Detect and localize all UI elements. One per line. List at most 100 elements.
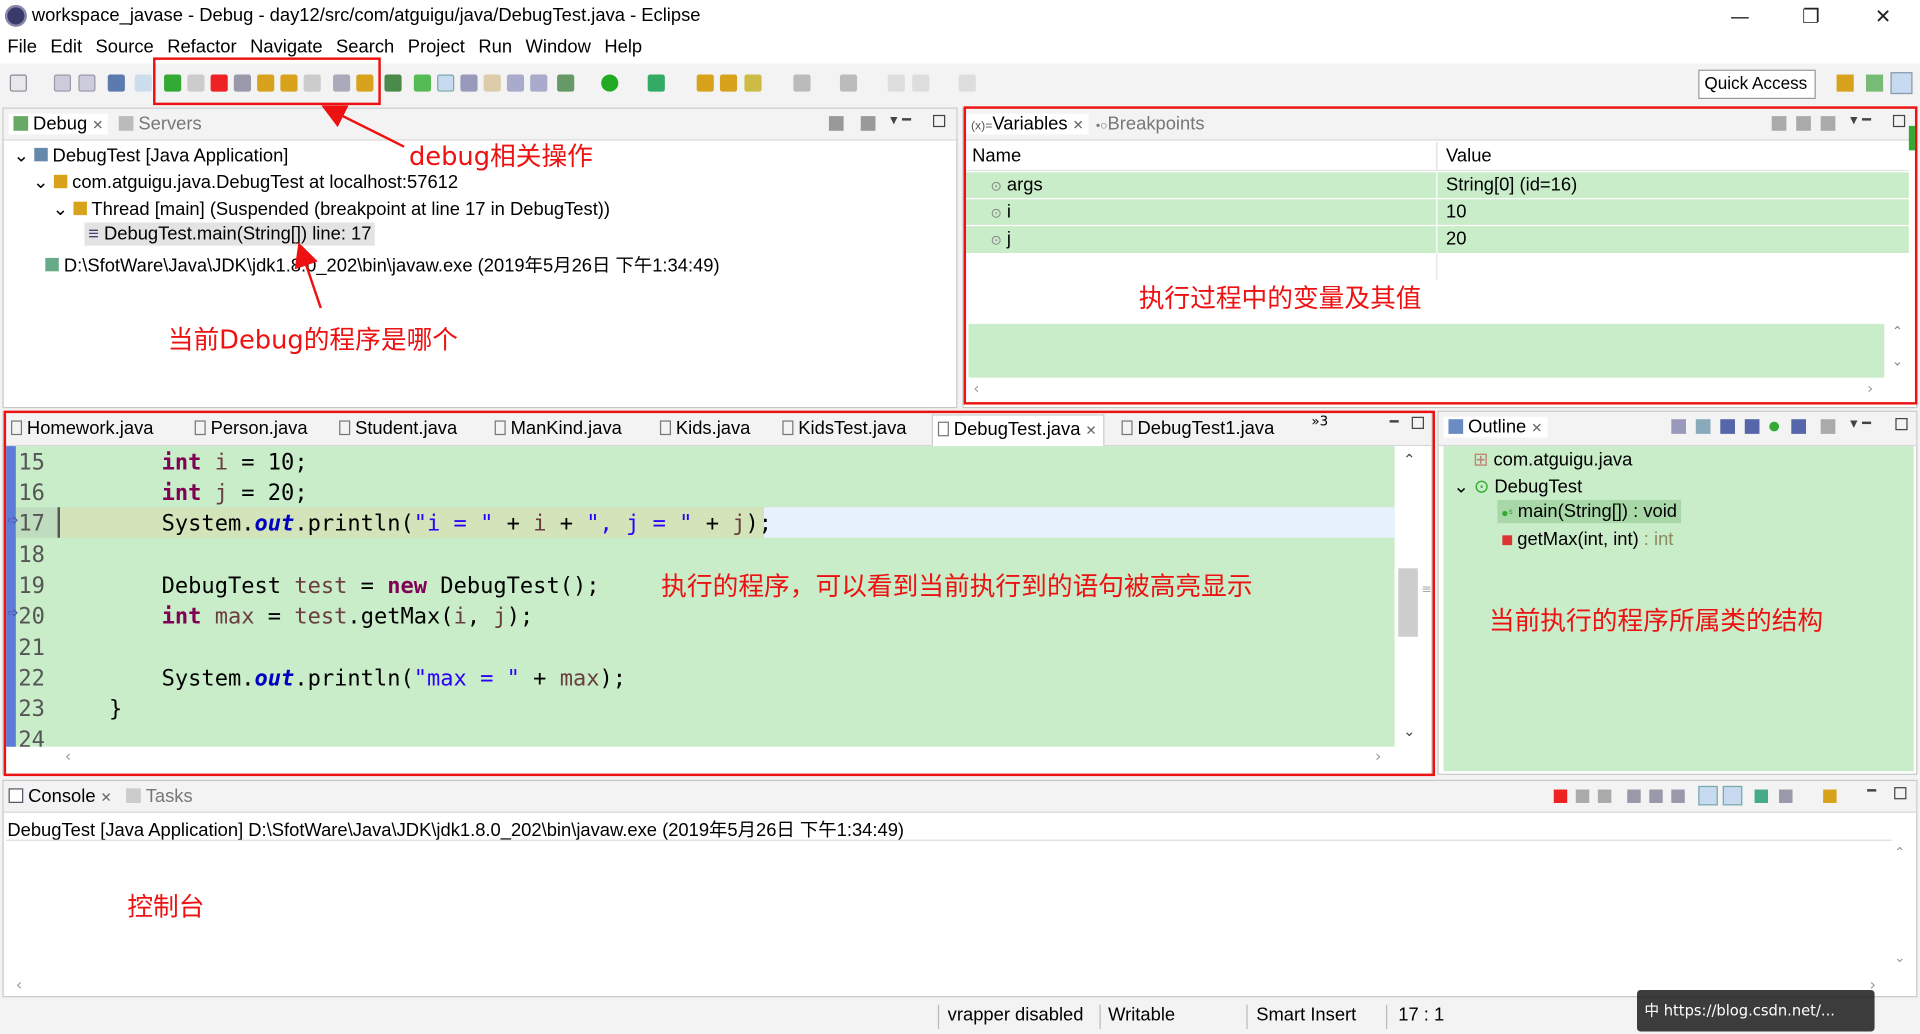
editor-tab-homework[interactable]: Homework.java <box>11 418 154 439</box>
hide-nonpublic-icon[interactable] <box>1769 421 1780 432</box>
resume-icon[interactable] <box>164 74 182 92</box>
debug-tree-item-frame[interactable]: ≡ DebugTest.main(String[]) line: 17 <box>84 222 376 246</box>
suspend-icon[interactable] <box>187 74 205 92</box>
menu-search[interactable]: Search <box>329 34 401 58</box>
scroll-down-icon[interactable]: ⌄ <box>1894 950 1905 966</box>
horizontal-scrollbar[interactable]: ‹ › <box>15 746 1422 772</box>
tab-tasks[interactable]: Tasks <box>126 786 193 807</box>
save-all-icon[interactable] <box>78 74 96 92</box>
last-edit-icon[interactable] <box>887 74 905 92</box>
scrollbar-thumb[interactable] <box>1398 568 1418 637</box>
editor-tab-kids[interactable]: Kids.java <box>659 418 750 439</box>
view-menu-icon[interactable]: ▾ ━ <box>1850 414 1871 431</box>
scroll-right-icon[interactable]: › <box>1867 380 1873 397</box>
pin-console-icon[interactable] <box>1754 789 1769 803</box>
minimize-view-icon[interactable]: ▾ ━ <box>890 111 911 128</box>
menu-navigate[interactable]: Navigate <box>243 34 329 58</box>
debug-tree-item-app[interactable]: ⌄ DebugTest [Java Application] <box>13 144 288 166</box>
menu-project[interactable]: Project <box>400 34 471 58</box>
close-icon[interactable]: ✕ <box>100 791 111 806</box>
forward-icon[interactable] <box>958 74 976 92</box>
maximize-view-icon[interactable] <box>1892 114 1906 128</box>
column-name[interactable]: Name <box>972 145 1021 166</box>
word-wrap-icon[interactable] <box>1671 789 1685 803</box>
variable-row-i[interactable]: ⊙ i <box>991 202 1011 223</box>
close-icon[interactable]: ✕ <box>1085 424 1096 439</box>
tab-breakpoints[interactable]: •○Breakpoints <box>1096 114 1205 135</box>
pin-icon[interactable] <box>460 74 478 92</box>
editor-tab-debugtest1[interactable]: DebugTest1.java <box>1121 418 1274 439</box>
use-step-filters-icon[interactable] <box>356 74 374 92</box>
open-console-icon[interactable] <box>1823 789 1837 803</box>
hide-fields-icon[interactable] <box>1720 419 1735 434</box>
open-perspective-icon[interactable] <box>1836 74 1854 92</box>
terminate-icon[interactable] <box>210 74 228 92</box>
outline-item-getmax[interactable]: getMax(int, int) : int <box>1502 529 1673 550</box>
scroll-up-icon[interactable]: ⌃ <box>1403 451 1415 468</box>
outline-item-main[interactable]: ●ˢ main(String[]) : void <box>1497 499 1681 524</box>
menu-help[interactable]: Help <box>597 34 648 58</box>
menu-refactor[interactable]: Refactor <box>160 34 243 58</box>
collapse-all-icon[interactable] <box>1820 116 1836 131</box>
tab-console[interactable]: Console ✕ <box>8 786 112 807</box>
editor-tab-student[interactable]: Student.java <box>339 418 457 439</box>
remove-launches-icon[interactable] <box>828 116 844 131</box>
restore-button[interactable]: ❐ <box>1783 2 1839 31</box>
tab-servers[interactable]: Servers <box>118 114 202 134</box>
open-task-icon[interactable] <box>744 74 762 92</box>
show-type-names-icon[interactable] <box>1771 116 1787 131</box>
link-editor-icon[interactable] <box>1820 419 1836 434</box>
editor-tab-person[interactable]: Person.java <box>194 418 308 439</box>
variable-row-args[interactable]: ⊙ args <box>991 175 1043 196</box>
drop-to-frame-icon[interactable] <box>333 74 351 92</box>
quick-access-field[interactable]: Quick Access <box>1698 69 1816 99</box>
scroll-lock-icon[interactable] <box>1649 789 1663 803</box>
menu-source[interactable]: Source <box>88 34 160 58</box>
maximize-view-icon[interactable] <box>932 114 946 128</box>
column-value[interactable]: Value <box>1446 145 1492 166</box>
view-menu-icon[interactable]: ▾ ━ <box>1850 111 1871 128</box>
editor-tab-kidstest[interactable]: KidsTest.java <box>782 418 907 439</box>
tab-debug[interactable]: Debug ✕ <box>8 113 109 135</box>
scroll-down-icon[interactable]: ⌄ <box>1892 353 1903 369</box>
new-icon[interactable] <box>9 74 27 92</box>
new-package-icon[interactable] <box>696 74 714 92</box>
java-perspective-icon[interactable] <box>1865 74 1884 92</box>
minimize-button[interactable]: — <box>1712 2 1768 31</box>
show-whitespace-icon[interactable] <box>530 74 548 92</box>
scroll-left-icon[interactable]: ‹ <box>973 380 979 397</box>
scroll-down-icon[interactable]: ⌄ <box>1403 722 1415 739</box>
tab-variables[interactable]: (x)=Variables ✕ <box>966 113 1089 135</box>
annotation-icon[interactable] <box>483 74 501 92</box>
menu-run[interactable]: Run <box>471 34 518 58</box>
tab-outline[interactable]: Outline ✕ <box>1443 416 1548 438</box>
clear-console-icon[interactable] <box>1627 789 1641 803</box>
debug-tree-item-process[interactable]: D:\SfotWare\Java\JDK\jdk1.8.0_202\bin\ja… <box>45 252 720 278</box>
close-icon[interactable]: ✕ <box>1531 422 1542 437</box>
scroll-up-icon[interactable]: ⌃ <box>1892 324 1903 340</box>
highlight-icon[interactable] <box>437 74 455 92</box>
menu-window[interactable]: Window <box>518 34 597 58</box>
vertical-scrollbar[interactable]: ⌃ ⌄ <box>1397 446 1422 747</box>
toggle-icon[interactable] <box>506 74 525 92</box>
back-icon[interactable] <box>912 74 930 92</box>
debug-icon[interactable] <box>557 74 575 92</box>
close-icon[interactable]: ✕ <box>1072 119 1083 134</box>
scroll-up-icon[interactable]: ⌃ <box>1894 845 1905 861</box>
hide-local-types-icon[interactable] <box>1791 419 1806 434</box>
scroll-left-icon[interactable]: ‹ <box>65 748 71 766</box>
menu-edit[interactable]: Edit <box>43 34 88 58</box>
skip-breakpoints-icon[interactable] <box>134 74 152 92</box>
debug-tree-item-vm[interactable]: ⌄ com.atguigu.java.DebugTest at localhos… <box>33 171 458 193</box>
close-icon[interactable]: ✕ <box>92 119 103 134</box>
prev-annotation-icon[interactable] <box>839 74 858 92</box>
show-on-stderr-icon[interactable] <box>1722 785 1743 806</box>
scroll-right-icon[interactable]: › <box>1375 748 1381 766</box>
sort-icon[interactable] <box>1695 419 1711 434</box>
show-logical-structure-icon[interactable] <box>1796 116 1811 131</box>
save-icon[interactable] <box>53 74 72 92</box>
run-icon[interactable] <box>601 74 619 92</box>
console-icon[interactable] <box>107 74 125 92</box>
coverage-icon[interactable] <box>647 74 665 92</box>
step-into-icon[interactable] <box>257 74 275 92</box>
